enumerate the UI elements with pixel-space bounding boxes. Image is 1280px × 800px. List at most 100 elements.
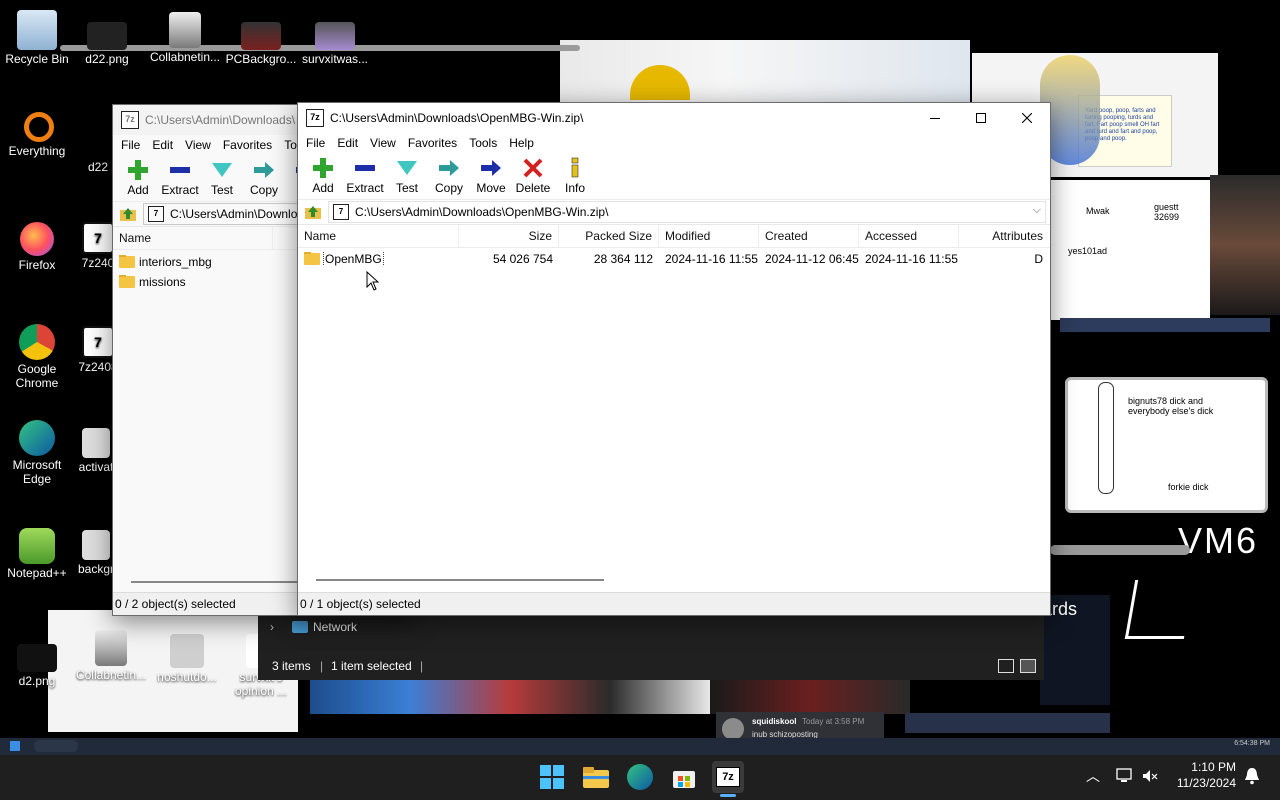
windows-logo-icon bbox=[540, 765, 564, 789]
7zip-app-icon: 7z bbox=[121, 111, 139, 129]
column-name[interactable]: Name bbox=[298, 225, 459, 247]
column-modified[interactable]: Modified bbox=[659, 225, 759, 247]
title-bar[interactable]: 7z C:\Users\Admin\Downloads\OpenMBG-Win.… bbox=[298, 103, 1050, 133]
network-icon bbox=[292, 621, 308, 633]
desktop-icon-pcbackground[interactable]: PCBackgro... bbox=[224, 22, 298, 66]
move-button[interactable]: Move bbox=[470, 153, 512, 195]
menu-file[interactable]: File bbox=[300, 136, 331, 150]
copy-button[interactable]: Copy bbox=[243, 155, 285, 197]
column-packed-size[interactable]: Packed Size bbox=[559, 225, 659, 247]
7zip-icon: 7 bbox=[82, 222, 114, 254]
add-icon bbox=[310, 157, 336, 179]
test-label: Test bbox=[395, 181, 418, 195]
windows-start-icon[interactable] bbox=[10, 741, 20, 751]
extract-button[interactable]: Extract bbox=[344, 153, 386, 195]
delete-button[interactable]: Delete bbox=[512, 153, 554, 195]
details-view-icon[interactable] bbox=[998, 659, 1014, 673]
desktop-icon-edge[interactable]: Microsoft Edge bbox=[0, 420, 74, 486]
address-text: C:\Users\Admin\Downloads\OpenMBG-Win.zip… bbox=[355, 205, 609, 219]
desktop-icon-label: Google Chrome bbox=[15, 362, 59, 390]
menu-view[interactable]: View bbox=[364, 136, 402, 150]
7zip-icon: 7z bbox=[716, 767, 740, 787]
desktop-icon-d2-png[interactable]: d2.png bbox=[0, 644, 74, 688]
test-button[interactable]: Test bbox=[386, 153, 428, 195]
start-button[interactable] bbox=[536, 761, 568, 793]
desktop-icon-collabnet[interactable]: Collabnetin... bbox=[148, 12, 222, 64]
move-icon bbox=[478, 157, 504, 179]
collage-sketch: guestt 32699 yes101ad Mwak bbox=[1050, 180, 1210, 320]
7zip-window-front[interactable]: 7z C:\Users\Admin\Downloads\OpenMBG-Win.… bbox=[297, 102, 1051, 616]
column-name[interactable]: Name bbox=[113, 227, 273, 249]
column-created[interactable]: Created bbox=[759, 225, 859, 247]
menu-help[interactable]: Help bbox=[503, 136, 540, 150]
desktop-icon-collabnet-2[interactable]: Collabnetin... bbox=[74, 630, 148, 682]
minimize-button[interactable] bbox=[912, 103, 958, 133]
menu-tools[interactable]: Tools bbox=[463, 136, 503, 150]
close-button[interactable] bbox=[1004, 103, 1050, 133]
chevron-down-icon[interactable]: ⌵ bbox=[1033, 204, 1041, 217]
copy-button[interactable]: Copy bbox=[428, 153, 470, 195]
column-size[interactable]: Size bbox=[459, 225, 559, 247]
folder-up-icon[interactable] bbox=[304, 203, 322, 221]
edge-taskbar-button[interactable] bbox=[624, 761, 656, 793]
tiles-view-icon[interactable] bbox=[1020, 659, 1036, 673]
chevron-up-icon[interactable]: ︿ bbox=[1086, 766, 1100, 786]
desktop-icon-label: d22 bbox=[87, 160, 109, 174]
desktop-icon-label: backgr bbox=[77, 562, 115, 576]
folder-up-icon[interactable] bbox=[119, 205, 137, 223]
store-icon bbox=[673, 771, 695, 788]
file-explorer-window: › Network 3 items | 1 item selected | bbox=[258, 612, 1044, 680]
desktop-icon-label: d2.png bbox=[18, 674, 56, 688]
table-row[interactable]: OpenMBG 54 026 754 28 364 112 2024-11-16… bbox=[298, 249, 1050, 269]
menu-favorites[interactable]: Favorites bbox=[402, 136, 463, 150]
desktop-icon-activat[interactable]: activat bbox=[76, 428, 116, 474]
horizontal-scrollbar[interactable] bbox=[131, 581, 301, 583]
desktop-icon-noshutdown[interactable]: noshutdo... bbox=[150, 634, 224, 684]
column-accessed[interactable]: Accessed bbox=[859, 225, 959, 247]
desktop-icon-chrome[interactable]: Google Chrome bbox=[0, 324, 74, 390]
settings-file-icon bbox=[82, 428, 110, 458]
menu-view[interactable]: View bbox=[179, 138, 217, 152]
search-box[interactable] bbox=[34, 740, 78, 752]
collage-video-strip bbox=[560, 40, 970, 102]
column-attributes[interactable]: Attributes bbox=[959, 225, 1049, 247]
cell-packed-size: 28 364 112 bbox=[593, 252, 653, 266]
maximize-button[interactable] bbox=[958, 103, 1004, 133]
column-header: Name Size Packed Size Modified Created A… bbox=[298, 225, 1050, 248]
image-file-icon bbox=[87, 22, 127, 50]
desktop-icon-recycle-bin[interactable]: Recycle Bin bbox=[0, 10, 74, 66]
add-button[interactable]: Add bbox=[302, 153, 344, 195]
row-name: OpenMBG bbox=[323, 252, 384, 266]
collage-bottom-strip bbox=[310, 678, 710, 714]
store-taskbar-button[interactable] bbox=[668, 761, 700, 793]
desktop-icon-backgr[interactable]: backgr bbox=[76, 530, 116, 576]
desktop-icon-survxit[interactable]: survxitwas... bbox=[298, 22, 372, 66]
collage-bottom-strip-2 bbox=[710, 678, 910, 714]
info-button[interactable]: Info bbox=[554, 153, 596, 195]
collage-photo bbox=[1210, 175, 1280, 315]
menu-edit[interactable]: Edit bbox=[146, 138, 179, 152]
everything-search-icon bbox=[24, 112, 54, 142]
volume-muted-icon[interactable] bbox=[1142, 768, 1158, 784]
file-explorer-taskbar-button[interactable] bbox=[580, 761, 612, 793]
7zip-taskbar-button[interactable]: 7z bbox=[712, 761, 744, 793]
notification-bell-icon[interactable] bbox=[1244, 767, 1260, 785]
desktop-icon-d22-png[interactable]: d22.png bbox=[70, 22, 144, 66]
menu-favorites[interactable]: Favorites bbox=[217, 138, 278, 152]
test-button[interactable]: Test bbox=[201, 155, 243, 197]
menu-file[interactable]: File bbox=[115, 138, 146, 152]
taskbar-clock[interactable]: 1:10 PM 11/23/2024 bbox=[1162, 760, 1236, 790]
explorer-nav-network[interactable]: Network bbox=[313, 620, 357, 634]
add-button[interactable]: Add bbox=[117, 155, 159, 197]
collage-drawing: bignuts78 dick and everybody else's dick… bbox=[1065, 377, 1268, 513]
desktop-icon-firefox[interactable]: Firefox bbox=[0, 222, 74, 272]
desktop-icon-everything[interactable]: Everything bbox=[0, 112, 74, 158]
chevron-right-icon[interactable]: › bbox=[270, 620, 274, 634]
collage-browser-strip bbox=[1060, 318, 1270, 332]
extract-button[interactable]: Extract bbox=[159, 155, 201, 197]
menu-edit[interactable]: Edit bbox=[331, 136, 364, 150]
desktop-icon-notepadpp[interactable]: Notepad++ bbox=[0, 528, 74, 580]
address-field[interactable]: 7 C:\Users\Admin\Downloads\OpenMBG-Win.z… bbox=[328, 201, 1046, 223]
horizontal-scrollbar[interactable] bbox=[316, 579, 604, 581]
network-status-icon[interactable] bbox=[1116, 768, 1134, 784]
